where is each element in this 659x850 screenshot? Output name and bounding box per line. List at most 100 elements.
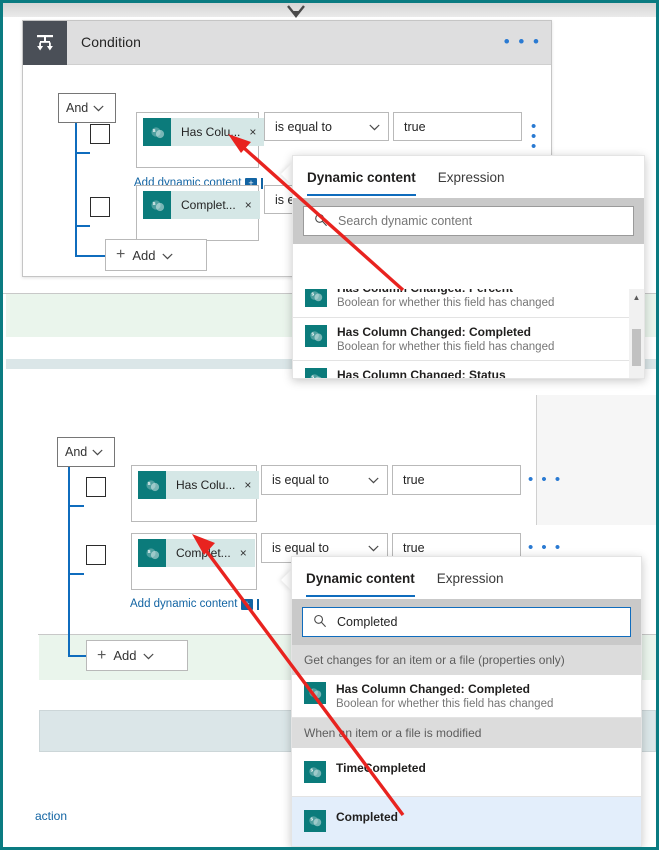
- dynamic-content-list[interactable]: s Has Column Changed: Percent Boolean fo…: [293, 289, 631, 378]
- tab-label: Expression: [436, 570, 504, 586]
- tree-branch-1: [68, 505, 84, 507]
- chevron-down-icon: [92, 445, 103, 459]
- row-operator-label: is equal to: [272, 473, 329, 487]
- dynamic-token[interactable]: s Complet... ×: [138, 539, 255, 567]
- row-token-field[interactable]: s Has Colu... ×: [136, 112, 265, 168]
- svg-text:s: s: [311, 291, 314, 297]
- row-value-text: true: [403, 473, 425, 487]
- sharepoint-icon: s: [305, 368, 327, 378]
- tree-trunk: [75, 123, 77, 256]
- dynamic-token[interactable]: s Has Colu... ×: [138, 471, 260, 499]
- token-label: Complet...: [176, 546, 231, 560]
- flyout-search-area: Search dynamic content: [293, 198, 644, 244]
- add-condition-button[interactable]: + Add: [86, 640, 188, 671]
- row-token-field[interactable]: s Has Colu... ×: [131, 465, 260, 522]
- action-link[interactable]: action: [35, 809, 67, 823]
- row-value-input[interactable]: true: [393, 112, 522, 141]
- dynamic-token[interactable]: s Complet... ×: [143, 191, 260, 219]
- sharepoint-icon: s: [304, 810, 326, 832]
- tab-label: Dynamic content: [307, 169, 416, 185]
- page-title: Condition: [81, 34, 142, 50]
- tab-dynamic-content[interactable]: Dynamic content: [306, 557, 415, 599]
- tab-label: Dynamic content: [306, 570, 415, 586]
- row-token-field[interactable]: s Complet... ×: [136, 185, 260, 241]
- list-item-subtitle: Boolean for whether this field has chang…: [337, 341, 555, 353]
- svg-text:s: s: [147, 548, 150, 554]
- tree-branch-2: [68, 573, 84, 575]
- search-input[interactable]: Search dynamic content: [303, 206, 634, 236]
- row-menu-button[interactable]: • • •: [528, 540, 562, 555]
- caret-up-icon[interactable]: ▲: [629, 289, 644, 302]
- row-value-input[interactable]: true: [392, 465, 521, 495]
- flyout-search-area: Completed: [292, 599, 641, 645]
- tab-label: Expression: [437, 169, 505, 185]
- row-checkbox[interactable]: [90, 124, 110, 144]
- row-checkbox[interactable]: [86, 545, 106, 565]
- condition-menu-button[interactable]: • • •: [504, 33, 541, 50]
- and-operator-dropdown[interactable]: And: [58, 93, 116, 123]
- tree-branch-add: [75, 255, 105, 257]
- list-item[interactable]: s Completed: [292, 797, 641, 846]
- row-operator-label: is equal to: [272, 541, 329, 555]
- cursor-caret: [260, 177, 263, 189]
- list-item[interactable]: s Has Column Changed: Completed Boolean …: [292, 675, 641, 718]
- panel-side-area: [537, 395, 656, 525]
- list-group-header: Get changes for an item or a file (prope…: [292, 645, 641, 675]
- token-label: Complet...: [181, 198, 236, 212]
- tree-branch-add: [68, 655, 88, 657]
- svg-text:s: s: [310, 816, 313, 822]
- chevron-down-icon: [162, 248, 174, 263]
- add-dynamic-content-label: Add dynamic content: [130, 598, 238, 610]
- search-icon: [313, 614, 327, 631]
- search-icon: [314, 213, 328, 230]
- close-icon[interactable]: ×: [240, 546, 247, 560]
- scrollbar-thumb[interactable]: [632, 329, 641, 366]
- row-operator-select[interactable]: is equal to: [261, 465, 388, 495]
- add-dynamic-content-link[interactable]: Add dynamic content +: [130, 598, 259, 610]
- tree-branch-1: [75, 152, 90, 154]
- search-input[interactable]: Completed: [302, 607, 631, 637]
- row-menu-button[interactable]: • • •: [531, 119, 551, 154]
- sharepoint-icon: s: [304, 761, 326, 783]
- sharepoint-icon: s: [138, 539, 166, 567]
- tab-dynamic-content[interactable]: Dynamic content: [307, 156, 416, 198]
- add-button-label: Add: [132, 247, 156, 263]
- dynamic-token[interactable]: s Has Colu... ×: [143, 118, 265, 146]
- close-icon[interactable]: ×: [249, 125, 256, 139]
- chevron-down-icon: [368, 541, 379, 555]
- tab-expression[interactable]: Expression: [438, 156, 505, 198]
- and-operator-dropdown[interactable]: And: [57, 437, 115, 467]
- chevron-down-icon: [143, 648, 155, 663]
- tab-expression[interactable]: Expression: [437, 557, 504, 599]
- plus-icon: +: [97, 646, 107, 664]
- chevron-down-icon: [93, 101, 104, 115]
- list-item[interactable]: s Has Column Changed: Percent Boolean fo…: [293, 289, 631, 318]
- row-token-field[interactable]: s Complet... ×: [131, 533, 257, 590]
- row-operator-select[interactable]: is equal to: [264, 112, 389, 141]
- and-operator-label: And: [65, 445, 88, 459]
- svg-text:s: s: [310, 688, 313, 694]
- chevron-down-icon: [369, 120, 380, 134]
- chevron-down-icon: [368, 473, 379, 487]
- list-item[interactable]: s Has Column Changed: Completed Boolean …: [293, 318, 631, 361]
- row-checkbox[interactable]: [90, 197, 110, 217]
- screenshot-root: ? • • • action Conditio: [0, 0, 659, 850]
- condition-header: Condition • • •: [23, 21, 551, 65]
- add-button-label: Add: [113, 648, 137, 663]
- flyout-scrollbar[interactable]: ▲: [629, 289, 644, 378]
- row-operator-label: is equal to: [275, 119, 332, 134]
- list-item-title: Completed: [336, 810, 399, 824]
- row-menu-button[interactable]: • • •: [528, 472, 562, 487]
- token-label: Has Colu...: [176, 478, 236, 492]
- list-item[interactable]: s Has Column Changed: Status Boolean for…: [293, 361, 631, 378]
- close-icon[interactable]: ×: [244, 478, 251, 492]
- sharepoint-icon: s: [305, 325, 327, 347]
- list-item[interactable]: s TimeCompleted: [292, 748, 641, 797]
- sharepoint-icon: s: [304, 682, 326, 704]
- sharepoint-icon: s: [143, 118, 171, 146]
- sharepoint-icon: s: [305, 289, 327, 307]
- row-checkbox[interactable]: [86, 477, 106, 497]
- svg-text:s: s: [310, 767, 313, 773]
- close-icon[interactable]: ×: [245, 198, 252, 212]
- add-condition-button[interactable]: + Add: [105, 239, 207, 271]
